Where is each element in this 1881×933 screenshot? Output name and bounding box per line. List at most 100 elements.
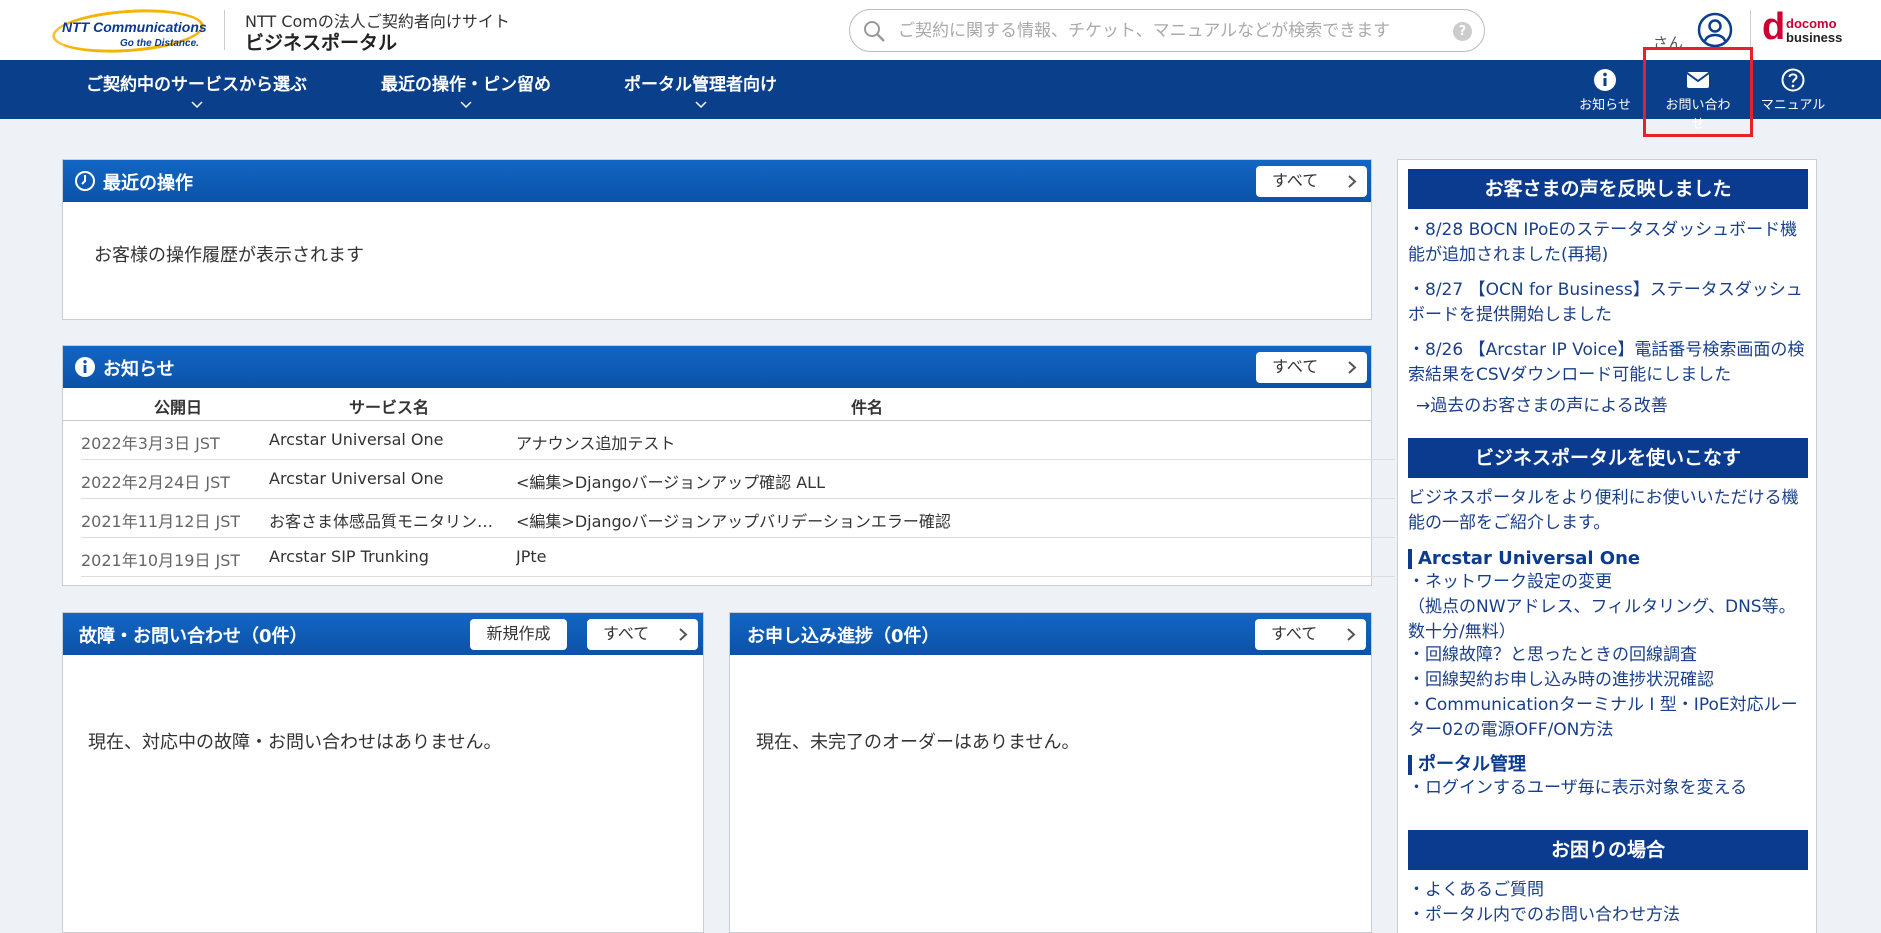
row-subject: <編集>Djangoバージョンアップバリデーションエラー確認 [516, 512, 951, 531]
recent-all-button[interactable]: すべて [1256, 166, 1367, 197]
row-date: 2022年3月3日 JST [81, 434, 220, 453]
row-subject: JPte [516, 547, 547, 566]
orders-all-button[interactable]: すべて [1255, 619, 1366, 650]
news-table-header: 公開日 サービス名 件名 [63, 388, 1371, 421]
help-link-contact-method[interactable]: ・ポータル内でのお問い合わせ方法 [1408, 903, 1808, 928]
orders-header: お申し込み進捗（0件） すべて [730, 613, 1371, 655]
news-title: お知らせ [103, 359, 175, 380]
logo-brand: NTT Communications [62, 19, 207, 35]
nav-label: ご契約中のサービスから選ぶ [86, 75, 307, 95]
tips-network-detail: （拠点のNWアドレス、フィルタリング、DNS等。数十分/無料） [1408, 597, 1796, 642]
tips-intro: ビジネスポータルをより便利にお使いいただける機能の一部をご紹介します。 [1408, 488, 1799, 533]
clock-icon [75, 171, 95, 191]
logo-tagline: Go the Distance. [120, 38, 199, 49]
tips-link-network[interactable]: ・ネットワーク設定の変更 [1408, 570, 1808, 595]
nav-recent-pins[interactable]: 最近の操作・ピン留め [381, 70, 551, 111]
col-subject: 件名 [851, 398, 884, 417]
row-date: 2022年2月24日 JST [81, 473, 230, 492]
row-service: Arcstar Universal One [269, 430, 444, 449]
trouble-title: 故障・お問い合わせ（0件） [79, 626, 308, 647]
col-date: 公開日 [154, 398, 203, 417]
help-heading: お困りの場合 [1408, 830, 1808, 870]
all-label: すべて [603, 624, 650, 643]
table-row[interactable]: 2021年10月19日 JST Arcstar SIP Trunking JPt… [81, 538, 1395, 577]
table-row[interactable]: 2022年3月3日 JST Arcstar Universal One アナウン… [81, 421, 1395, 460]
voice-link-1[interactable]: ・8/28 BOCN IPoEのステータスダッシュボード機能が追加されました(再… [1408, 218, 1808, 268]
chevron-right-icon [1348, 175, 1357, 188]
all-label: すべて [1272, 171, 1319, 190]
chevron-right-icon [1348, 361, 1357, 374]
recent-empty-message: お客様の操作履歴が表示されます [94, 245, 364, 266]
trouble-empty-message: 現在、対応中の故障・お問い合わせはありません。 [88, 732, 502, 753]
all-label: すべて [1271, 624, 1318, 643]
search-help-icon[interactable]: ? [1453, 22, 1472, 41]
row-service: Arcstar SIP Trunking [269, 547, 429, 566]
search-icon [864, 21, 885, 42]
chevron-down-icon [190, 101, 203, 109]
news-all-button[interactable]: すべて [1256, 352, 1367, 383]
tips-link-order-status[interactable]: ・回線契約お申し込み時の進捗状況確認 [1408, 668, 1808, 693]
row-subject: アナウンス追加テスト [516, 434, 676, 453]
info-sidebar: お客さまの声を反映しました ・8/28 BOCN IPoEのステータスダッシュボ… [1397, 159, 1817, 933]
nav-notices-label: お知らせ [1579, 98, 1631, 113]
info-icon [75, 357, 95, 377]
help-circle-icon [1781, 68, 1805, 92]
nav-manual[interactable]: マニュアル [1758, 68, 1828, 113]
help-link-faq[interactable]: ・よくあるご質問 [1408, 878, 1808, 903]
voice-link-2[interactable]: ・8/27 【OCN for Business】ステータスダッシュボードを提供開… [1408, 278, 1808, 328]
user-account-icon[interactable] [1697, 12, 1733, 48]
row-service: Arcstar Universal One [269, 469, 444, 488]
search-input[interactable] [898, 18, 1438, 44]
chevron-right-icon [679, 628, 688, 641]
voice-link-3[interactable]: ・8/26 【Arcstar IP Voice】電話番号検索画面の検索結果をCS… [1408, 338, 1808, 388]
header-divider-right [1750, 10, 1751, 50]
nav-portal-admin[interactable]: ポータル管理者向け [624, 70, 777, 111]
recent-operations-panel: 最近の操作 すべて お客様の操作履歴が表示されます [62, 159, 1372, 320]
recent-operations-header: 最近の操作 すべて [63, 160, 1371, 202]
chevron-down-icon [460, 101, 472, 109]
voice-past-link[interactable]: →過去のお客さまの声による改善 [1416, 394, 1816, 419]
row-service: お客さま体感品質モニタリン… [269, 512, 494, 531]
nav-contract-services[interactable]: ご契約中のサービスから選ぶ [86, 70, 307, 111]
trouble-all-button[interactable]: すべて [587, 619, 698, 650]
trouble-header: 故障・お問い合わせ（0件） 新規作成 すべて [63, 613, 703, 655]
table-row[interactable]: 2021年11月12日 JST お客さま体感品質モニタリン… <編集>Djang… [81, 499, 1395, 538]
new-inquiry-button[interactable]: 新規作成 [470, 619, 567, 650]
tips-heading: ビジネスポータルを使いこなす [1408, 438, 1808, 478]
trouble-panel: 故障・お問い合わせ（0件） 新規作成 すべて 現在、対応中の故障・お問い合わせは… [62, 612, 704, 933]
docomo-business-logo[interactable]: d docomo business [1762, 8, 1862, 48]
info-icon [1594, 69, 1616, 91]
tips-link-power-cycle[interactable]: ・Communicationターミナル I 型・IPoE対応ルーター02の電源O… [1408, 693, 1808, 743]
docomo-word: docomo [1786, 16, 1837, 31]
news-header: お知らせ すべて [63, 346, 1371, 388]
orders-title: お申し込み進捗（0件） [747, 626, 940, 647]
voice-heading: お客さまの声を反映しました [1408, 169, 1808, 209]
nav-manual-label: マニュアル [1760, 98, 1826, 113]
row-date: 2021年10月19日 JST [81, 551, 241, 570]
nav-label: 最近の操作・ピン留め [381, 75, 551, 95]
orders-empty-message: 現在、未完了のオーダーはありません。 [756, 732, 1080, 753]
row-date: 2021年11月12日 JST [81, 512, 241, 531]
row-subject: <編集>Djangoバージョンアップ確認 ALL [516, 473, 826, 492]
chevron-right-icon [1347, 628, 1356, 641]
recent-operations-title: 最近の操作 [103, 173, 193, 194]
business-word: business [1786, 30, 1843, 45]
orders-panel: お申し込み進捗（0件） すべて 現在、未完了のオーダーはありません。 [729, 612, 1372, 933]
ntt-communications-logo[interactable]: NTT Communications Go the Distance. [50, 4, 207, 58]
header-divider [224, 10, 225, 50]
top-header: NTT Communications Go the Distance. NTT … [0, 0, 1881, 60]
nav-notices[interactable]: お知らせ [1570, 68, 1640, 113]
all-label: すべて [1272, 357, 1319, 376]
tips-link-user-display[interactable]: ・ログインするユーザ毎に表示対象を変える [1408, 776, 1808, 801]
nav-label: ポータル管理者向け [624, 75, 777, 95]
tips-section-arcstar: Arcstar Universal One [1408, 549, 1640, 569]
docomo-d-mark: d [1762, 6, 1786, 48]
tips-link-line-check[interactable]: ・回線故障？と思ったときの回線調査 [1408, 643, 1808, 668]
highlight-box [1643, 47, 1753, 137]
search-box: ? [849, 9, 1485, 52]
site-title[interactable]: ビジネスポータル [245, 28, 397, 55]
news-panel: お知らせ すべて 公開日 サービス名 件名 2022年3月3日 JST Arcs… [62, 345, 1421, 586]
chevron-down-icon [694, 101, 707, 109]
table-row[interactable]: 2022年2月24日 JST Arcstar Universal One <編集… [81, 460, 1395, 499]
col-service: サービス名 [349, 398, 430, 417]
